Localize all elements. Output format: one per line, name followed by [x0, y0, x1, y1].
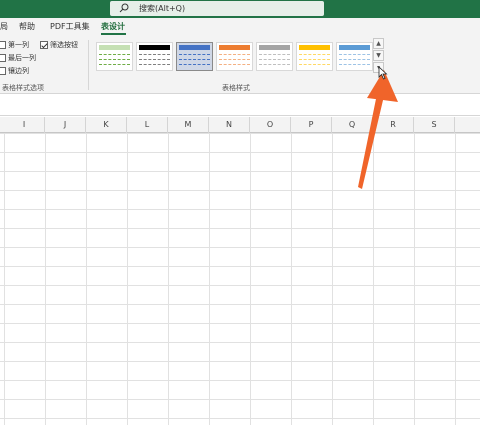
banded-columns-checkbox[interactable]: 镶边列: [0, 67, 29, 76]
table-style-thumb[interactable]: [96, 42, 133, 71]
last-column-checkbox[interactable]: 最后一列: [0, 54, 36, 63]
search-placeholder: 搜索(Alt+Q): [139, 4, 186, 13]
tab-pdf-tools[interactable]: PDF工具集: [50, 22, 90, 32]
cell-grid[interactable]: [0, 133, 480, 425]
checkbox-box[interactable]: [0, 67, 6, 75]
tab-help[interactable]: 帮助: [19, 22, 35, 32]
formula-bar-area: [0, 94, 480, 116]
table-style-thumb[interactable]: [216, 42, 253, 71]
search-icon: [119, 3, 129, 13]
column-header-o[interactable]: O: [250, 117, 291, 133]
table-styles-group-label: 表格样式: [222, 84, 250, 92]
table-style-thumb[interactable]: [256, 42, 293, 71]
title-bar: 搜索(Alt+Q): [0, 0, 480, 18]
active-tab-indicator: [101, 33, 126, 35]
table-styles-gallery: [92, 39, 375, 75]
tab-layout[interactable]: 局: [0, 22, 8, 32]
column-header-m[interactable]: M: [168, 117, 209, 133]
mouse-cursor-icon: [378, 66, 388, 80]
column-header-n[interactable]: N: [209, 117, 250, 133]
first-column-checkbox[interactable]: 第一列: [0, 41, 29, 50]
column-header-s[interactable]: S: [414, 117, 455, 133]
table-style-thumb[interactable]: [136, 42, 173, 71]
checkbox-box[interactable]: [0, 41, 6, 49]
filter-button-label: 筛选按钮: [50, 41, 78, 49]
checkbox-box[interactable]: [0, 54, 6, 62]
column-header-j[interactable]: J: [45, 117, 86, 133]
table-style-thumb-selected[interactable]: [176, 42, 213, 71]
checkbox-box-checked[interactable]: [40, 41, 48, 49]
first-column-label: 第一列: [8, 41, 29, 49]
annotation-arrow-icon: [358, 70, 398, 189]
banded-columns-label: 镶边列: [8, 67, 29, 75]
column-header-i[interactable]: I: [4, 117, 45, 133]
group-separator: [88, 40, 89, 90]
column-header-k[interactable]: K: [86, 117, 127, 133]
column-header-l[interactable]: L: [127, 117, 168, 133]
last-column-label: 最后一列: [8, 54, 36, 62]
column-headers: I J K L M N O P Q R S: [0, 117, 480, 133]
column-header-p[interactable]: P: [291, 117, 332, 133]
search-box[interactable]: 搜索(Alt+Q): [110, 1, 324, 16]
ribbon-tabs: 局 帮助 PDF工具集 表设计: [0, 18, 480, 36]
gallery-scroll-up-button[interactable]: ▲: [373, 38, 384, 49]
table-style-thumb[interactable]: [296, 42, 333, 71]
filter-button-checkbox[interactable]: 筛选按钮: [40, 41, 78, 50]
table-style-options-group-label: 表格样式选项: [2, 84, 44, 92]
tab-table-design[interactable]: 表设计: [101, 22, 125, 32]
